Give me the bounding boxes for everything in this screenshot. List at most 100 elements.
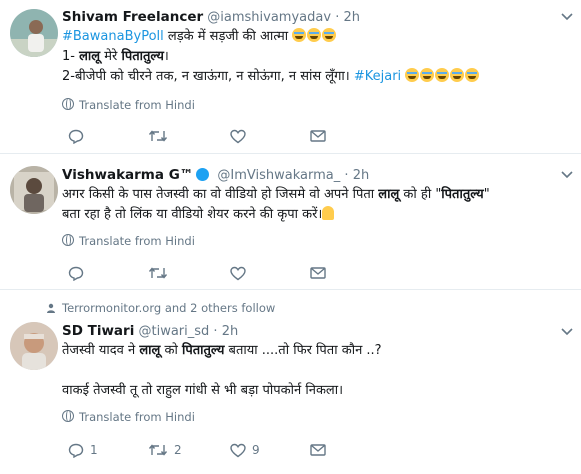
person-follow-icon xyxy=(47,303,55,313)
tweet-actions: 1 2 9 xyxy=(62,441,342,459)
tweet-text-span: को xyxy=(160,343,182,358)
retweet-button[interactable] xyxy=(148,264,174,282)
direct-message-button[interactable] xyxy=(310,264,326,282)
avatar[interactable] xyxy=(10,166,58,214)
user-handle[interactable]: @iamshivamyadav xyxy=(207,10,331,25)
joy-emoji-icon xyxy=(405,68,420,82)
tweet-text-span: बता रहा है तो लिंक या वीडियो शेयर करने क… xyxy=(62,207,323,222)
translate-label: Translate from Hindi xyxy=(79,98,195,112)
user-handle[interactable]: @tiwari_sd xyxy=(138,324,209,339)
tweet-actions xyxy=(62,127,342,145)
joy-emoji-icon xyxy=(307,28,322,42)
reply-icon xyxy=(68,266,84,281)
joy-emoji-icon xyxy=(292,28,307,42)
message-icon xyxy=(310,130,326,142)
highlight-term: लालू xyxy=(79,49,101,64)
avatar[interactable] xyxy=(10,9,58,57)
tweet-text-span: । xyxy=(163,49,169,64)
tweet-line: #BawanaByPoll लड़के में सड़जी की आत्मा xyxy=(62,27,480,47)
like-icon xyxy=(230,129,246,143)
tweet-text-span: मेरे xyxy=(100,49,122,64)
retweet-count: 2 xyxy=(174,443,182,457)
tweet-actions xyxy=(62,264,342,282)
like-button[interactable]: 9 xyxy=(230,441,260,459)
globe-icon xyxy=(62,410,74,422)
message-icon xyxy=(310,267,326,279)
highlight-term: लालू xyxy=(139,343,161,358)
tweet-2[interactable]: Vishwakarma G™ @ImVishwakarma_ · 2h अगर … xyxy=(0,154,581,289)
translate-label: Translate from Hindi xyxy=(79,410,195,424)
translate-link[interactable]: Translate from Hindi xyxy=(62,98,195,112)
tweet-text-span: अगर किसी के पास तेजस्वी का वो वीडियो हो … xyxy=(62,187,379,202)
timestamp[interactable]: 2h xyxy=(353,168,370,183)
tweet-line: 1- लालू मेरे पितातुल्य। xyxy=(62,47,480,67)
like-button[interactable] xyxy=(230,127,252,145)
reply-button[interactable] xyxy=(68,264,90,282)
tweet-text: तेजस्वी यादव ने लालू को पितातुल्य बताया … xyxy=(62,341,382,401)
joy-emoji-icon xyxy=(322,28,337,42)
separator-dot: · xyxy=(335,10,340,25)
retweet-icon xyxy=(148,267,168,279)
reply-count: 1 xyxy=(90,443,98,457)
retweet-button[interactable]: 2 xyxy=(148,441,182,459)
tweet-text-span: वाकई तेजस्वी तू तो राहुल गांधी से भी बड़… xyxy=(62,383,344,398)
retweet-button[interactable] xyxy=(148,127,174,145)
chevron-down-icon[interactable] xyxy=(561,325,573,339)
chevron-down-icon[interactable] xyxy=(561,168,573,182)
like-button[interactable] xyxy=(230,264,252,282)
hashtag-link[interactable]: #BawanaByPoll xyxy=(62,29,164,44)
social-context[interactable]: Terrormonitor.org and 2 others follow xyxy=(62,301,275,315)
separator-dot: · xyxy=(213,324,218,339)
verified-badge-icon xyxy=(196,168,210,181)
timestamp[interactable]: 2h xyxy=(222,324,239,339)
avatar[interactable] xyxy=(10,322,58,370)
tweet-header: SD Tiwari @tiwari_sd · 2h xyxy=(62,322,238,341)
tweet-header: Shivam Freelancer @iamshivamyadav · 2h xyxy=(62,8,360,27)
tweet-text-span: को ही " xyxy=(399,187,442,202)
tweet-text-span: बताया ....तो फिर पिता कौन ..? xyxy=(224,343,382,358)
timestamp[interactable]: 2h xyxy=(343,10,360,25)
message-icon xyxy=(310,444,326,456)
tweet-text: #BawanaByPoll लड़के में सड़जी की आत्मा 1… xyxy=(62,27,480,87)
tweet-1[interactable]: Shivam Freelancer @iamshivamyadav · 2h #… xyxy=(0,0,581,153)
display-name[interactable]: Shivam Freelancer xyxy=(62,9,203,25)
tweet-header: Vishwakarma G™ @ImVishwakarma_ · 2h xyxy=(62,166,369,185)
tweet-text-span: 1- xyxy=(62,49,80,64)
translate-link[interactable]: Translate from Hindi xyxy=(62,410,195,424)
folded-hands-emoji-icon xyxy=(322,206,335,220)
joy-emoji-icon xyxy=(420,68,435,82)
joy-emoji-icon xyxy=(465,68,480,82)
globe-icon xyxy=(62,234,74,246)
display-name[interactable]: SD Tiwari xyxy=(62,323,134,339)
highlight-term: पितातुल्य xyxy=(121,49,164,64)
tweet-text-span: 2-बीजेपी को चीरने तक, न खाऊंगा, न सोऊंगा… xyxy=(62,69,354,84)
highlight-term: पितातुल्य xyxy=(181,343,225,358)
reply-button[interactable]: 1 xyxy=(68,441,98,459)
separator-dot: · xyxy=(344,168,349,183)
reply-icon xyxy=(68,129,84,144)
joy-emoji-icon xyxy=(450,68,465,82)
like-count: 9 xyxy=(252,443,260,457)
tweet-text-span: लड़के में सड़जी की आत्मा xyxy=(163,29,293,44)
chevron-down-icon[interactable] xyxy=(561,10,573,24)
tweet-text: अगर किसी के पास तेजस्वी का वो वीडियो हो … xyxy=(62,185,490,225)
tweet-line: अगर किसी के पास तेजस्वी का वो वीडियो हो … xyxy=(62,185,490,205)
joy-emoji-icon xyxy=(435,68,450,82)
display-name[interactable]: Vishwakarma G™ xyxy=(62,167,193,183)
highlight-term: पितातुल्य xyxy=(441,187,484,202)
globe-icon xyxy=(62,98,74,110)
direct-message-button[interactable] xyxy=(310,441,326,459)
like-icon xyxy=(230,266,246,280)
tweet-line: तेजस्वी यादव ने लालू को पितातुल्य बताया … xyxy=(62,341,382,361)
like-icon xyxy=(230,443,246,457)
translate-link[interactable]: Translate from Hindi xyxy=(62,234,195,248)
user-handle[interactable]: @ImVishwakarma_ xyxy=(217,168,340,183)
direct-message-button[interactable] xyxy=(310,127,326,145)
hashtag-link[interactable]: #Kejari xyxy=(354,69,401,84)
reply-button[interactable] xyxy=(68,127,90,145)
tweet-3[interactable]: Terrormonitor.org and 2 others follow SD… xyxy=(0,290,581,474)
tweet-line: बता रहा है तो लिंक या वीडियो शेयर करने क… xyxy=(62,205,490,225)
retweet-icon xyxy=(148,130,168,142)
tweet-text-span: " xyxy=(483,187,490,202)
